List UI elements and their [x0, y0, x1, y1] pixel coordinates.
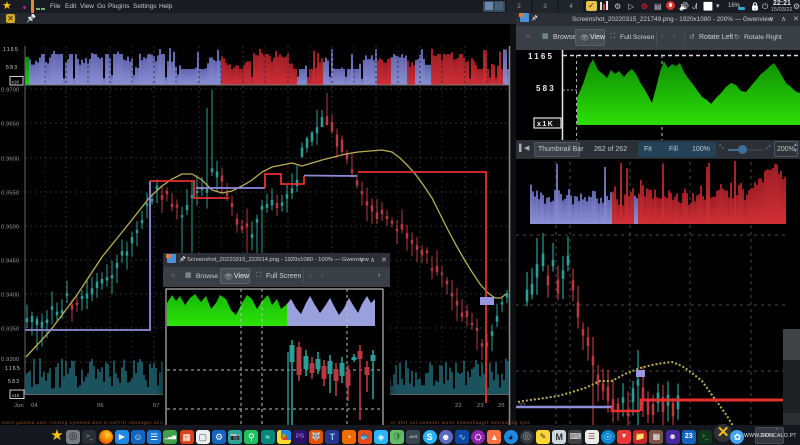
- svg-text:0.9500: 0.9500: [1, 224, 19, 230]
- svg-text:0.9450: 0.9450: [1, 258, 19, 264]
- svg-text:583: 583: [8, 379, 20, 385]
- svg-text:0.9600: 0.9600: [1, 156, 19, 162]
- svg-text:0.9550: 0.9550: [1, 190, 19, 196]
- svg-text:x1K: x1K: [12, 393, 21, 398]
- svg-text:07: 07: [153, 403, 160, 409]
- svg-text:0.9300: 0.9300: [1, 357, 19, 363]
- svg-text:0.9700: 0.9700: [1, 87, 19, 93]
- svg-text:1165: 1165: [5, 366, 21, 372]
- svg-text:04: 04: [31, 403, 38, 409]
- svg-text:25: 25: [498, 403, 505, 409]
- svg-text:0.9350: 0.9350: [1, 326, 19, 332]
- svg-text:22: 22: [455, 403, 462, 409]
- svg-text:x1K: x1K: [12, 79, 21, 84]
- svg-text:23: 23: [477, 403, 484, 409]
- svg-text:06: 06: [97, 403, 104, 409]
- svg-text:Jun: Jun: [14, 403, 24, 409]
- svg-text:583: 583: [536, 84, 556, 93]
- svg-text:0.9400: 0.9400: [1, 292, 19, 298]
- svg-text:583: 583: [6, 65, 18, 71]
- svg-text:1165: 1165: [528, 52, 554, 61]
- svg-text:0.9650: 0.9650: [1, 121, 19, 127]
- svg-text:1165: 1165: [3, 47, 19, 53]
- svg-text:x1K: x1K: [537, 121, 554, 128]
